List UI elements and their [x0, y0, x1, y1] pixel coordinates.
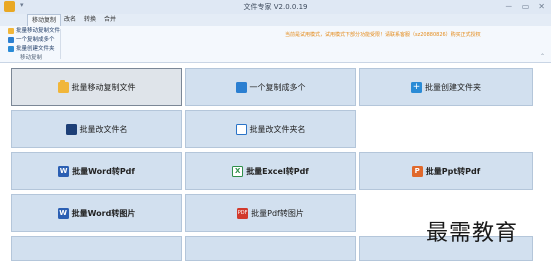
ribbon-collapse-icon[interactable]: ⌃: [540, 53, 545, 60]
folder-icon: [8, 28, 14, 34]
watermark-logo: 最需教育: [426, 221, 519, 246]
tile-label: 一个复制成多个: [249, 82, 306, 92]
tile-copy-multiple[interactable]: 一个复制成多个: [185, 68, 356, 106]
tile-label: 批量Word转Pdf: [72, 166, 135, 176]
rename-folder-icon: [235, 123, 247, 135]
tile-label: 批量Pdf转图片: [251, 208, 304, 218]
tile-partial[interactable]: [11, 236, 182, 261]
ribbon-group-label: 移动复制: [20, 55, 43, 61]
tile-ppt-to-pdf[interactable]: P 批量Ppt转Pdf: [359, 152, 533, 190]
tile-partial[interactable]: [185, 236, 356, 261]
close-button[interactable]: ✕: [538, 1, 545, 12]
tile-word-to-image[interactable]: W 批量Word转图片: [11, 194, 182, 232]
window-title: 文件专家 V2.0.0.19: [243, 3, 308, 11]
window-controls: － ▭ ✕: [505, 1, 545, 12]
ribbon-item-label: 批量创建文件夹: [16, 46, 55, 52]
tile-rename-files[interactable]: 批量改文件名: [11, 110, 182, 148]
tile-label: 批量Excel转Pdf: [246, 166, 309, 176]
ribbon-item-create-folders[interactable]: 批量创建文件夹: [8, 45, 55, 53]
tile-batch-move-copy[interactable]: 批量移动复制文件: [11, 68, 182, 106]
tab-convert[interactable]: 转换: [80, 14, 100, 26]
tile-label: 批量改文件夹名: [249, 124, 306, 134]
tile-label: 批量Ppt转Pdf: [425, 166, 481, 176]
word-icon: W: [57, 207, 69, 219]
ribbon-item-copy-multiple[interactable]: 一个复制成多个: [8, 36, 55, 44]
pdf-icon: PDF: [237, 207, 249, 219]
trial-notice: 当前是试用模式，试用模式下部分功能受限！请联系客服（sz20880826）购买正…: [285, 32, 481, 38]
tile-excel-to-pdf[interactable]: X 批量Excel转Pdf: [185, 152, 356, 190]
tile-pdf-to-image[interactable]: PDF 批量Pdf转图片: [185, 194, 356, 232]
ribbon-item-label: 一个复制成多个: [16, 37, 55, 43]
restore-button[interactable]: ▭: [522, 1, 530, 12]
tab-rename[interactable]: 改名: [60, 14, 80, 26]
ribbon-tabs: 移动复制 改名 转换 合并: [0, 14, 551, 26]
rename-file-icon: [65, 123, 77, 135]
minimize-button[interactable]: －: [505, 1, 513, 12]
ribbon-divider: [60, 29, 61, 59]
copy-icon: [8, 37, 14, 43]
ppt-icon: P: [411, 165, 423, 177]
tab-move-copy[interactable]: 移动复制: [27, 14, 62, 26]
folder-icon: [57, 79, 69, 93]
excel-icon: X: [232, 165, 244, 177]
ribbon-item-batch-move-copy[interactable]: 批量移动复制文件: [8, 27, 60, 35]
tile-rename-folders[interactable]: 批量改文件夹名: [185, 110, 356, 148]
new-folder-icon: +: [411, 81, 422, 93]
tile-label: 批量Word转图片: [71, 208, 136, 218]
title-bar: ▾ 文件专家 V2.0.0.19 － ▭ ✕: [0, 0, 551, 15]
ribbon-item-label: 批量移动复制文件: [16, 28, 61, 34]
ribbon-panel: 批量移动复制文件 一个复制成多个 批量创建文件夹 移动复制 当前是试用模式，试用…: [0, 26, 551, 63]
tile-create-folders[interactable]: + 批量创建文件夹: [359, 68, 533, 106]
tile-label: 批量改文件名: [79, 124, 128, 134]
word-icon: W: [58, 165, 70, 177]
tile-label: 批量移动复制文件: [71, 82, 136, 92]
copy-icon: [235, 81, 247, 93]
new-folder-icon: [8, 46, 14, 52]
tab-merge[interactable]: 合并: [100, 14, 120, 26]
tile-word-to-pdf[interactable]: W 批量Word转Pdf: [11, 152, 182, 190]
tile-label: 批量创建文件夹: [425, 82, 481, 92]
